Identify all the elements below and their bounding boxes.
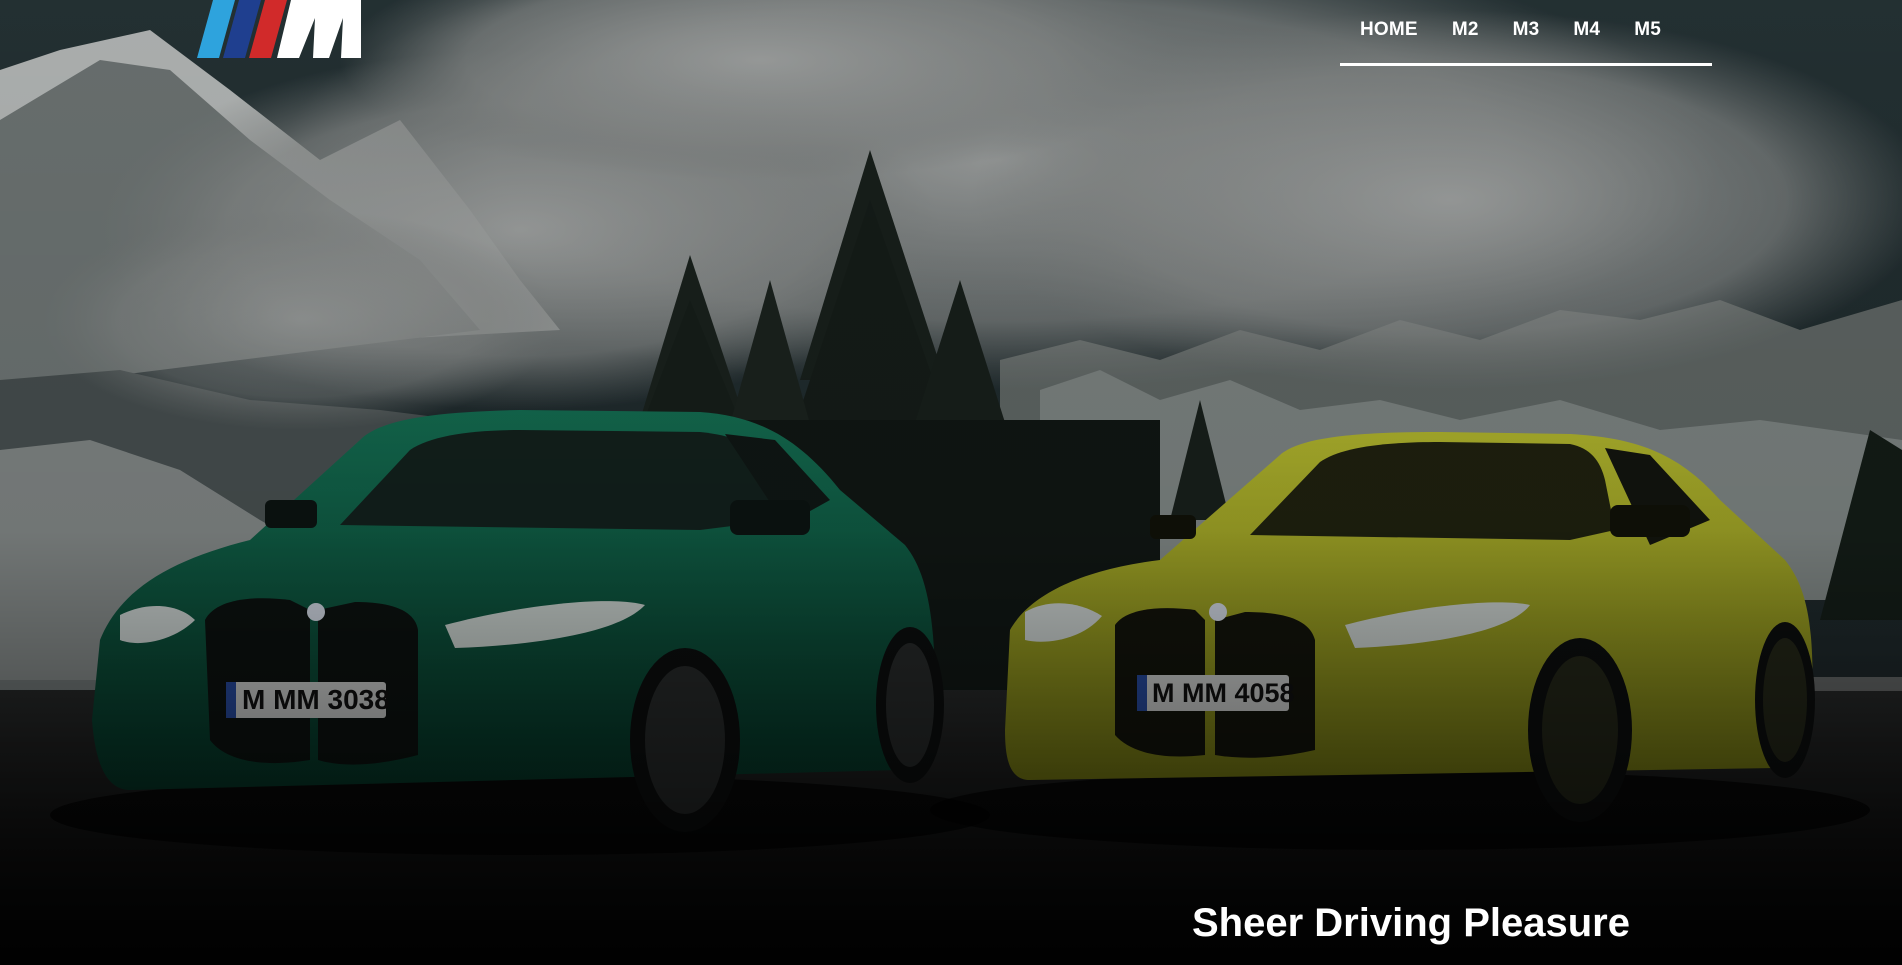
nav-item: M2: [1435, 0, 1496, 60]
svg-text:M MM 4058: M MM 4058: [1152, 678, 1295, 708]
svg-text:M MM 3038: M MM 3038: [242, 684, 390, 715]
nav-list: HOME M2 M3 M4 M5: [1340, 0, 1712, 60]
hero-image: M MM 3038 M MM 4058: [0, 0, 1902, 965]
main-nav: HOME M2 M3 M4 M5: [1340, 0, 1712, 66]
nav-link-m2[interactable]: M2: [1435, 0, 1496, 60]
tagline-bold: Pleasure: [1463, 901, 1630, 945]
nav-item: HOME: [1360, 0, 1435, 60]
hero-section: M MM 3038 M MM 4058 HOME M2 M3 M4 M5 She…: [0, 0, 1902, 965]
hero-tagline: Sheer Driving Pleasure: [1192, 896, 1630, 950]
nav-item: M4: [1556, 0, 1617, 60]
nav-link-m5[interactable]: M5: [1617, 0, 1678, 60]
bmw-m-logo-icon[interactable]: [191, 0, 361, 62]
nav-link-m3[interactable]: M3: [1496, 0, 1557, 60]
nav-link-home[interactable]: HOME: [1360, 0, 1435, 60]
nav-item: M3: [1496, 0, 1557, 60]
nav-link-m4[interactable]: M4: [1556, 0, 1617, 60]
tagline-light: Sheer Driving: [1192, 901, 1464, 945]
nav-item: M5: [1617, 0, 1678, 60]
